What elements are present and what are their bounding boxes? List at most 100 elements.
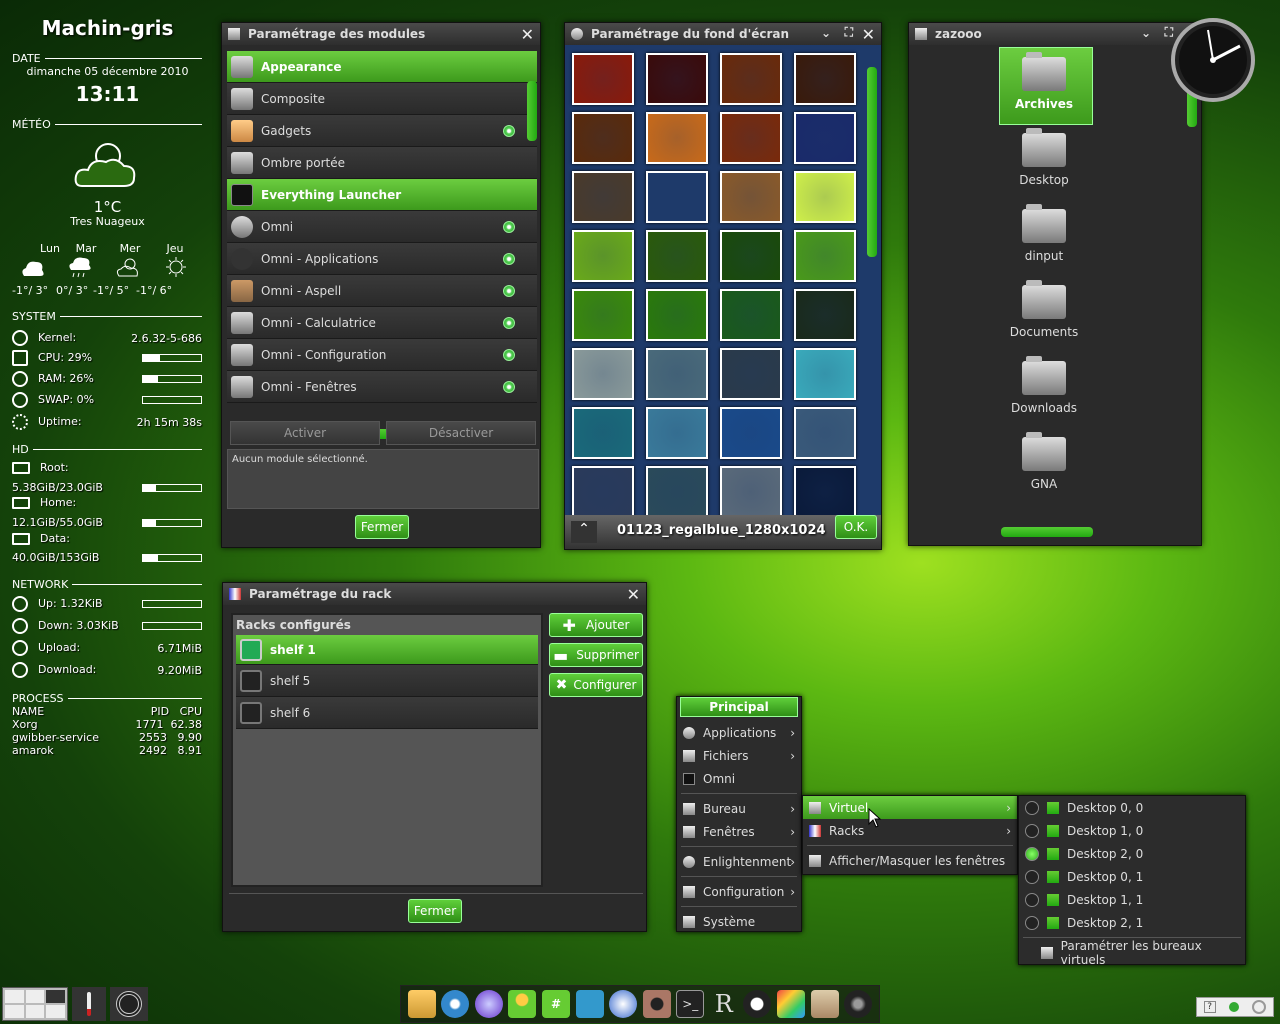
chevron-up-icon[interactable]: ⌃ — [571, 521, 597, 543]
accessibility-icon[interactable] — [441, 990, 470, 1018]
editor-icon[interactable] — [810, 990, 839, 1018]
rack-item[interactable]: shelf 5 — [236, 665, 538, 697]
wallpaper-thumbnail[interactable] — [572, 348, 634, 400]
wallpaper-thumbnail[interactable] — [572, 53, 634, 105]
close-icon[interactable]: ✕ — [627, 585, 640, 604]
pager-desk[interactable] — [46, 990, 65, 1003]
maximize-icon[interactable]: ⛶ — [845, 25, 853, 40]
folder-item[interactable]: dinput — [909, 204, 1179, 263]
menu-item-configuration[interactable]: Configuration › — [677, 880, 801, 903]
pager-desk[interactable] — [25, 990, 45, 1003]
menu-item-desk[interactable]: Desktop 0, 1 — [1019, 865, 1245, 888]
wallpaper-thumbnail[interactable] — [646, 53, 708, 105]
disk-app-icon[interactable] — [743, 990, 772, 1018]
pager-desk[interactable] — [5, 1005, 24, 1018]
wallpaper-thumbnail[interactable] — [794, 289, 856, 341]
rack-titlebar[interactable]: Paramétrage du rack ✕ — [223, 583, 646, 605]
menu-item-files[interactable]: Fichiers › — [677, 744, 801, 767]
hscrollbar-thumb[interactable] — [1001, 527, 1093, 537]
activate-button[interactable]: Activer — [230, 421, 380, 445]
module-item[interactable]: Everything Launcher — [227, 179, 537, 211]
camera-icon[interactable] — [844, 990, 873, 1018]
menu-item-system[interactable]: Système — [677, 910, 801, 933]
wallpaper-thumbnail[interactable] — [720, 407, 782, 459]
remove-button[interactable]: ▬ Supprimer — [549, 643, 643, 667]
menu-item-omni[interactable]: Omni — [677, 767, 801, 790]
menu-item-virtual[interactable]: Virtuel › — [803, 796, 1017, 819]
wallpaper-thumbnail[interactable] — [572, 171, 634, 223]
close-button[interactable]: Fermer — [355, 515, 409, 539]
pager-desk[interactable] — [25, 1005, 45, 1018]
wallpaper-thumbnail[interactable] — [572, 112, 634, 164]
paint-icon[interactable] — [776, 990, 805, 1018]
chevron-down-icon[interactable]: ⌄ — [1141, 26, 1151, 40]
network-icon[interactable] — [1252, 1000, 1267, 1014]
scrollbar-thumb[interactable] — [867, 67, 877, 257]
status-dot-icon[interactable] — [1228, 1002, 1239, 1012]
wallpaper-thumbnail[interactable] — [794, 348, 856, 400]
wallpaper-thumbnail[interactable] — [720, 53, 782, 105]
menu-item-applications[interactable]: Applications › — [677, 721, 801, 744]
wallpaper-thumbnail[interactable] — [572, 230, 634, 282]
chat-icon[interactable]: # — [542, 990, 571, 1018]
menu-item-desktop-settings[interactable]: Paramétrer les bureaux virtuels — [1019, 939, 1245, 967]
module-item[interactable]: Gadgets — [227, 115, 537, 147]
menu-item-desk[interactable]: Desktop 1, 1 — [1019, 888, 1245, 911]
configure-button[interactable]: ✖ Configurer — [549, 673, 643, 697]
wallpaper-thumbnail[interactable] — [720, 466, 782, 517]
speaker-icon[interactable] — [110, 987, 148, 1021]
folder-item[interactable]: Desktop — [909, 128, 1179, 187]
pager-desk[interactable] — [46, 1005, 65, 1018]
wallpaper-thumbnail[interactable] — [720, 112, 782, 164]
file-titlebar[interactable]: zazooo⌄⛶✕ — [909, 23, 1201, 45]
chevron-down-icon[interactable]: ⌄ — [821, 26, 831, 40]
close-icon[interactable]: ✕ — [862, 25, 875, 44]
wallpaper-thumbnail[interactable] — [646, 171, 708, 223]
wallpaper-thumbnail[interactable] — [646, 466, 708, 517]
menu-item-desktop[interactable]: Bureau › — [677, 797, 801, 820]
wallpaper-thumbnail[interactable] — [794, 53, 856, 105]
deactivate-button[interactable]: Désactiver — [386, 421, 536, 445]
wallpaper-thumbnail[interactable] — [720, 289, 782, 341]
wallpaper-thumbnail[interactable] — [646, 112, 708, 164]
module-item[interactable]: Omni - Configuration — [227, 339, 537, 371]
ok-button[interactable]: O.K. — [835, 515, 877, 539]
rack-item[interactable]: shelf 6 — [236, 697, 538, 729]
wallpaper-thumbnail[interactable] — [720, 171, 782, 223]
menu-item-desk[interactable]: Desktop 1, 0 — [1019, 819, 1245, 842]
wallpaper-titlebar[interactable]: Paramétrage du fond d'écran ⌄ ⛶ ✕ — [565, 23, 881, 45]
close-button[interactable]: Fermer — [408, 899, 462, 923]
thermometer-icon[interactable] — [72, 987, 106, 1021]
menu-item-desk[interactable]: Desktop 2, 0 — [1019, 842, 1245, 865]
wallpaper-thumbnail[interactable] — [794, 230, 856, 282]
wallpaper-thumbnail[interactable] — [572, 466, 634, 517]
browser-icon[interactable] — [609, 990, 638, 1018]
audio-icon[interactable] — [642, 990, 671, 1018]
modules-titlebar[interactable]: Paramétrage des modules ✕ — [222, 23, 540, 45]
menu-item-enlightenment[interactable]: Enlightenment › — [677, 850, 801, 873]
wallpaper-thumbnail[interactable] — [646, 230, 708, 282]
module-item[interactable]: Omni - Fenêtres — [227, 371, 537, 403]
module-item[interactable]: Appearance — [227, 51, 537, 83]
module-item[interactable]: Omni — [227, 211, 537, 243]
close-icon[interactable]: ✕ — [521, 25, 534, 44]
module-item[interactable]: Omni - Aspell — [227, 275, 537, 307]
module-item[interactable]: Composite — [227, 83, 537, 115]
wallpaper-thumbnail[interactable] — [720, 230, 782, 282]
menu-item-windows[interactable]: Fenêtres › — [677, 820, 801, 843]
folder-item[interactable]: Downloads — [909, 356, 1179, 415]
wallpaper-thumbnail[interactable] — [646, 407, 708, 459]
pager-desk[interactable] — [5, 990, 24, 1003]
folder-item[interactable]: Archives — [909, 52, 1179, 111]
wallpaper-thumbnail[interactable] — [720, 348, 782, 400]
help-icon[interactable]: ? — [1203, 1001, 1216, 1013]
menu-item-desk[interactable]: Desktop 0, 0 — [1019, 796, 1245, 819]
twitter-icon[interactable] — [575, 990, 604, 1018]
wallpaper-thumbnail[interactable] — [794, 112, 856, 164]
scrollbar-thumb[interactable] — [527, 81, 537, 141]
wallpaper-thumbnail[interactable] — [572, 289, 634, 341]
menu-item-racks[interactable]: Racks › — [803, 819, 1017, 842]
file-manager-icon[interactable] — [407, 990, 436, 1018]
module-item[interactable]: Omni - Applications — [227, 243, 537, 275]
add-button[interactable]: ✚ Ajouter — [549, 613, 643, 637]
